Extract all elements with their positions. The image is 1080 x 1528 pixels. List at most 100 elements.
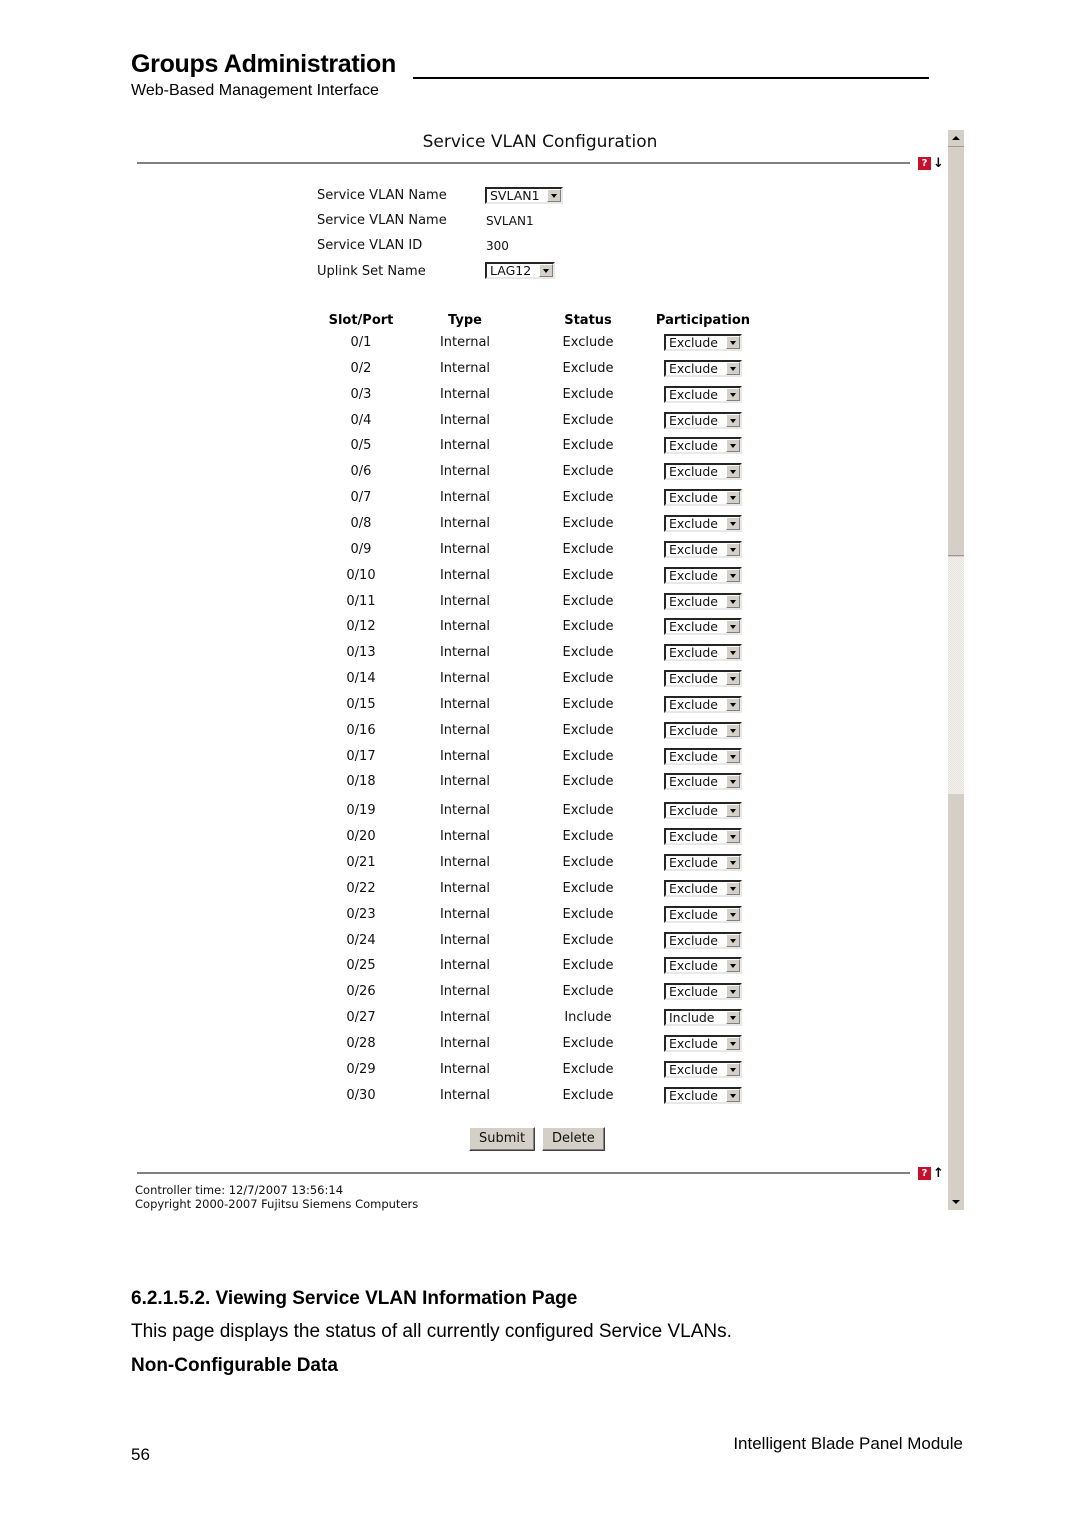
- panel-title: Service VLAN Configuration: [422, 132, 658, 152]
- participation-select[interactable]: Exclude: [664, 828, 742, 846]
- participation-select[interactable]: Exclude: [664, 905, 742, 923]
- chevron-down-icon[interactable]: [726, 697, 740, 711]
- status-cell: Exclude: [562, 671, 614, 687]
- slot-port-cell: 0/27: [346, 1010, 376, 1026]
- type-cell: Internal: [439, 1035, 491, 1051]
- participation-select[interactable]: Exclude: [664, 773, 742, 791]
- chevron-down-icon[interactable]: [726, 1062, 740, 1076]
- chevron-down-icon[interactable]: [726, 620, 740, 634]
- participation-select[interactable]: Exclude: [664, 670, 742, 688]
- chevron-down-icon[interactable]: [726, 1036, 740, 1050]
- participation-select[interactable]: Exclude: [664, 566, 742, 584]
- participation-select-value: Exclude: [669, 386, 718, 402]
- participation-select-value: Exclude: [669, 645, 718, 661]
- chevron-down-icon[interactable]: [726, 491, 740, 505]
- scrollbar-track[interactable]: [948, 557, 964, 794]
- participation-select[interactable]: Exclude: [664, 1034, 742, 1052]
- chevron-down-icon[interactable]: [726, 672, 740, 686]
- participation-select[interactable]: Exclude: [664, 931, 742, 949]
- chevron-down-icon[interactable]: [726, 1088, 740, 1102]
- participation-select[interactable]: Exclude: [664, 334, 742, 351]
- submit-button[interactable]: Submit: [469, 1127, 536, 1151]
- participation-select[interactable]: Exclude: [664, 879, 742, 897]
- status-cell: Exclude: [562, 1061, 614, 1077]
- chevron-down-icon[interactable]: [726, 594, 740, 608]
- participation-select[interactable]: Exclude: [664, 1060, 742, 1078]
- participation-select[interactable]: Exclude: [664, 514, 742, 532]
- participation-select[interactable]: Exclude: [664, 540, 742, 558]
- slot-port-cell: 0/16: [346, 722, 376, 738]
- chevron-down-icon[interactable]: [726, 907, 740, 921]
- participation-select[interactable]: Exclude: [664, 618, 742, 636]
- slot-port-cell: 0/15: [346, 696, 376, 712]
- participation-select[interactable]: Exclude: [664, 463, 742, 481]
- participation-select[interactable]: Exclude: [664, 411, 742, 429]
- help-icon[interactable]: ?: [918, 1167, 931, 1180]
- participation-select[interactable]: Exclude: [664, 721, 742, 739]
- chevron-down-icon[interactable]: [726, 856, 740, 869]
- chevron-down-icon[interactable]: [726, 804, 740, 818]
- chevron-down-icon[interactable]: [726, 465, 740, 479]
- chevron-down-icon[interactable]: [726, 336, 740, 349]
- participation-select[interactable]: Exclude: [664, 695, 742, 713]
- status-cell: Exclude: [562, 906, 614, 922]
- participation-select[interactable]: Exclude: [664, 1086, 742, 1104]
- participation-select[interactable]: Exclude: [664, 385, 742, 403]
- chevron-down-icon[interactable]: [539, 264, 553, 277]
- participation-select[interactable]: Exclude: [664, 983, 742, 1001]
- status-cell: Exclude: [562, 984, 614, 1000]
- table-row: 0/14 Internal Exclude Exclude: [130, 670, 950, 693]
- chevron-down-icon[interactable]: [726, 933, 740, 947]
- scroll-up-icon[interactable]: [948, 130, 964, 146]
- type-cell: Internal: [439, 803, 491, 819]
- sub-heading: Non-Configurable Data: [131, 1355, 338, 1376]
- chevron-down-icon[interactable]: [726, 985, 740, 999]
- participation-select-value: Exclude: [669, 932, 718, 948]
- participation-select[interactable]: Exclude: [664, 592, 742, 610]
- chevron-down-icon[interactable]: [726, 516, 740, 530]
- scroll-down-icon[interactable]: [948, 1194, 964, 1210]
- participation-select[interactable]: Include: [664, 1009, 742, 1027]
- chevron-down-icon[interactable]: [726, 723, 740, 737]
- arrow-up-icon[interactable]: ↑: [933, 1167, 944, 1180]
- status-cell: Exclude: [562, 803, 614, 819]
- type-cell: Internal: [439, 722, 491, 738]
- chevron-down-icon[interactable]: [726, 439, 740, 453]
- vertical-scrollbar[interactable]: [948, 130, 964, 1210]
- participation-select[interactable]: Exclude: [664, 644, 742, 662]
- type-cell: Internal: [439, 645, 491, 661]
- participation-select[interactable]: Exclude: [664, 359, 742, 377]
- participation-select-value: Exclude: [669, 958, 718, 974]
- uplink-set-select[interactable]: LAG12: [485, 262, 555, 279]
- scrollbar-thumb[interactable]: [948, 146, 964, 556]
- participation-select[interactable]: Exclude: [664, 489, 742, 507]
- type-cell: Internal: [439, 515, 491, 531]
- chevron-down-icon[interactable]: [726, 568, 740, 582]
- top-help-group: ? ↓: [918, 157, 944, 170]
- status-cell: Exclude: [562, 464, 614, 480]
- slot-port-cell: 0/24: [346, 932, 376, 948]
- chevron-down-icon[interactable]: [726, 413, 740, 427]
- svlan-name-select[interactable]: SVLAN1: [485, 187, 563, 204]
- slot-port-cell: 0/6: [350, 464, 372, 480]
- chevron-down-icon[interactable]: [726, 1011, 740, 1025]
- chevron-down-icon[interactable]: [726, 361, 740, 375]
- chevron-down-icon[interactable]: [726, 959, 740, 973]
- chevron-down-icon[interactable]: [726, 775, 740, 789]
- delete-button[interactable]: Delete: [542, 1127, 605, 1151]
- help-icon[interactable]: ?: [918, 157, 931, 170]
- chevron-down-icon[interactable]: [726, 387, 740, 401]
- chevron-down-icon[interactable]: [726, 542, 740, 556]
- chevron-down-icon[interactable]: [726, 830, 740, 844]
- chevron-down-icon[interactable]: [726, 646, 740, 660]
- chevron-down-icon[interactable]: [726, 749, 740, 763]
- chevron-down-icon[interactable]: [726, 881, 740, 895]
- arrow-down-icon[interactable]: ↓: [933, 157, 944, 170]
- slot-port-cell: 0/22: [346, 880, 376, 896]
- participation-select[interactable]: Exclude: [664, 747, 742, 765]
- chevron-down-icon[interactable]: [547, 189, 561, 202]
- participation-select[interactable]: Exclude: [664, 802, 742, 820]
- participation-select[interactable]: Exclude: [664, 854, 742, 871]
- participation-select[interactable]: Exclude: [664, 957, 742, 975]
- participation-select[interactable]: Exclude: [664, 437, 742, 455]
